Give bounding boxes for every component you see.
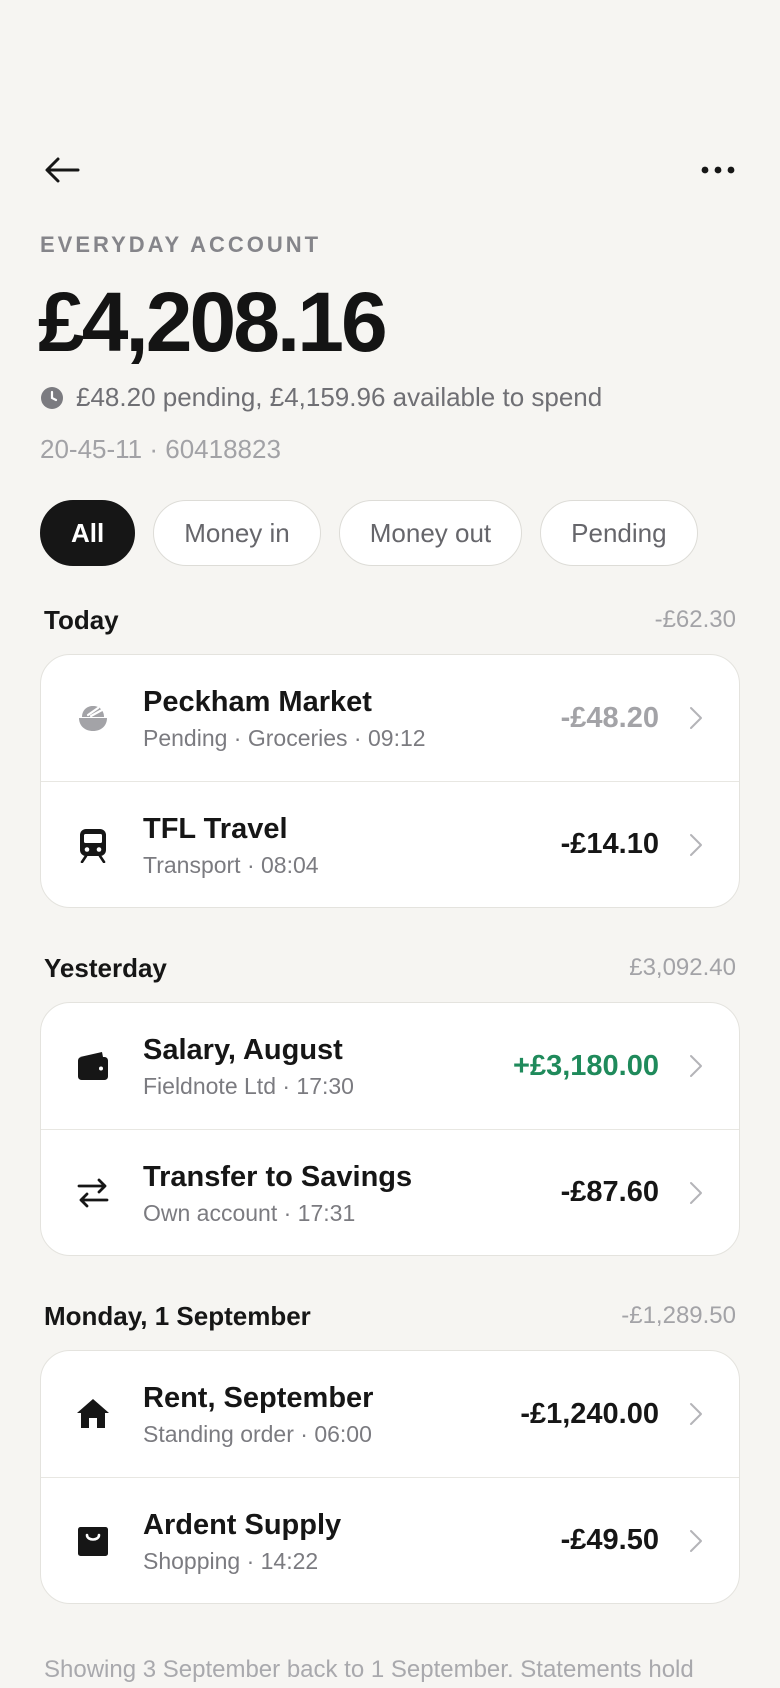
statement-footnote: Showing 3 September back to 1 September.… — [44, 1656, 694, 1683]
transaction-subtitle: Transport · 08:04 — [143, 851, 319, 878]
more-options-button[interactable] — [696, 148, 740, 192]
transaction-card: Salary, August Fieldnote Ltd · 17:30 +£3… — [40, 1002, 740, 1256]
filter-chips: All Money in Money out Pending — [40, 500, 698, 566]
account-label: EVERYDAY ACCOUNT — [40, 232, 322, 257]
home-icon — [75, 1396, 111, 1432]
transaction-amount: -£14.10 — [560, 828, 659, 860]
transaction-subtitle: Fieldnote Ltd · 17:30 — [143, 1073, 354, 1099]
filter-chip-money-in[interactable]: Money in — [153, 500, 321, 566]
transaction-title: TFL Travel — [143, 812, 288, 845]
transaction-subtitle: Pending · Groceries · 09:12 — [143, 725, 426, 751]
group-date-title: Monday, 1 September — [44, 1300, 311, 1331]
top-bar — [40, 148, 740, 192]
sort-code-account-number: 20-45-11 · 60418823 — [40, 434, 281, 464]
transaction-row[interactable]: Peckham Market Pending · Groceries · 09:… — [41, 655, 739, 781]
more-dots-icon — [701, 166, 735, 174]
chevron-right-icon — [690, 707, 702, 729]
chevron-right-icon — [690, 1529, 702, 1552]
transaction-group-yesterday: Yesterday £3,092.40 Salary, August Field… — [40, 948, 740, 1256]
wallet-icon — [75, 1048, 111, 1084]
transaction-card: Rent, September Standing order · 06:00 -… — [40, 1350, 740, 1604]
transaction-row[interactable]: Rent, September Standing order · 06:00 -… — [41, 1351, 739, 1477]
transaction-title: Ardent Supply — [143, 1508, 342, 1541]
filter-chip-money-out[interactable]: Money out — [338, 500, 523, 566]
transaction-amount: -£48.20 — [560, 701, 659, 734]
filter-chip-pending[interactable]: Pending — [540, 500, 698, 566]
clock-icon — [41, 386, 63, 409]
transaction-row[interactable]: Ardent Supply Shopping · 14:22 -£49.50 — [41, 1477, 739, 1603]
chevron-right-icon — [690, 1181, 702, 1204]
train-icon — [75, 827, 111, 863]
chevron-right-icon — [690, 1403, 702, 1425]
back-arrow-icon — [45, 157, 80, 183]
transaction-subtitle: Standing order · 06:00 — [143, 1421, 372, 1447]
transaction-row[interactable]: TFL Travel Transport · 08:04 -£14.10 — [41, 781, 739, 907]
transaction-row[interactable]: Salary, August Fieldnote Ltd · 17:30 +£3… — [41, 1003, 739, 1129]
transaction-subtitle: Own account · 17:31 — [143, 1199, 356, 1226]
group-date-title: Yesterday — [44, 952, 167, 983]
groceries-bowl-icon — [75, 700, 111, 736]
transaction-amount: -£1,240.00 — [520, 1397, 659, 1430]
transaction-row[interactable]: Transfer to Savings Own account · 17:31 … — [41, 1129, 739, 1255]
shopping-bag-icon — [75, 1523, 111, 1559]
group-total: £3,092.40 — [629, 954, 736, 981]
group-total: -£1,289.50 — [621, 1302, 736, 1329]
transaction-amount: -£87.60 — [560, 1176, 659, 1208]
transaction-amount: +£3,180.00 — [513, 1049, 659, 1082]
transaction-title: Rent, September — [143, 1382, 374, 1414]
group-date-title: Today — [44, 604, 119, 635]
filter-chip-all[interactable]: All — [40, 500, 136, 566]
pending-text: £48.20 pending, £4,159.96 available to s… — [76, 382, 603, 412]
transaction-group-monday: Monday, 1 September -£1,289.50 Rent, Sep… — [40, 1296, 740, 1604]
transaction-title: Salary, August — [143, 1034, 343, 1066]
transaction-title: Peckham Market — [143, 686, 372, 718]
transaction-amount: -£49.50 — [560, 1524, 659, 1556]
transaction-title: Transfer to Savings — [143, 1160, 413, 1193]
transfer-arrows-icon — [75, 1175, 111, 1211]
group-total: -£62.30 — [654, 606, 736, 633]
chevron-right-icon — [690, 1055, 702, 1077]
transaction-card: Peckham Market Pending · Groceries · 09:… — [40, 654, 740, 908]
pending-summary: £48.20 pending, £4,159.96 available to s… — [40, 382, 602, 413]
back-button[interactable] — [40, 148, 84, 192]
account-balance: £4,208.16 — [38, 275, 388, 369]
chevron-right-icon — [690, 833, 702, 856]
transaction-group-today: Today -£62.30 Peckham Market Pending · G… — [40, 600, 740, 908]
transaction-subtitle: Shopping · 14:22 — [143, 1547, 319, 1574]
